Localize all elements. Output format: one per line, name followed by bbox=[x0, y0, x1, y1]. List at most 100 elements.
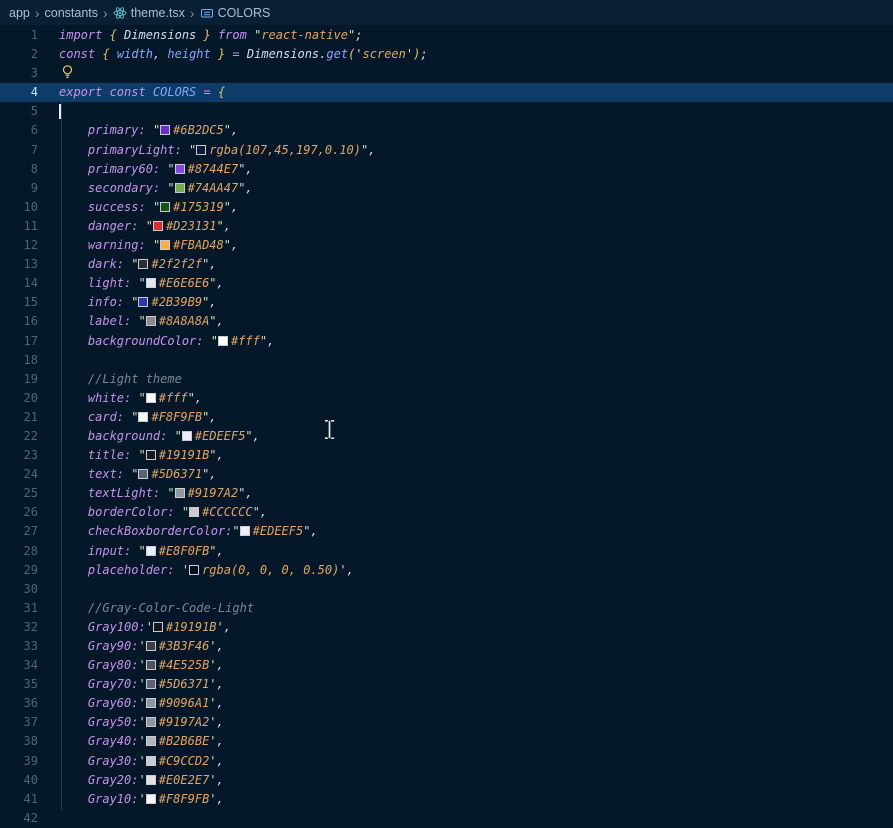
color-swatch[interactable] bbox=[175, 183, 185, 193]
line-number[interactable]: 11 bbox=[0, 217, 38, 236]
line-number[interactable]: 41 bbox=[0, 790, 38, 809]
color-swatch[interactable] bbox=[146, 717, 156, 727]
color-swatch[interactable] bbox=[160, 202, 170, 212]
line-number[interactable]: 39 bbox=[0, 752, 38, 771]
code-line-content[interactable]: info: "#2B39B9", bbox=[38, 293, 217, 312]
line-number[interactable]: 4 bbox=[0, 83, 38, 102]
line-number[interactable]: 30 bbox=[0, 580, 38, 599]
color-swatch[interactable] bbox=[218, 336, 228, 346]
color-swatch[interactable] bbox=[146, 756, 156, 766]
breadcrumb-item-colors-symbol[interactable]: COLORS bbox=[200, 6, 271, 20]
code-line-content[interactable]: Gray40:'#B2B6BE', bbox=[38, 732, 224, 751]
line-number[interactable]: 3 bbox=[0, 64, 38, 83]
code-line-content[interactable] bbox=[38, 102, 61, 121]
color-swatch[interactable] bbox=[196, 145, 206, 155]
code-line-content[interactable] bbox=[38, 809, 59, 828]
color-swatch[interactable] bbox=[146, 794, 156, 804]
line-number[interactable]: 35 bbox=[0, 675, 38, 694]
line-number[interactable]: 15 bbox=[0, 293, 38, 312]
line-number[interactable]: 27 bbox=[0, 522, 38, 541]
color-swatch[interactable] bbox=[146, 775, 156, 785]
code-line-content[interactable]: Gray50:'#9197A2', bbox=[38, 713, 224, 732]
line-number[interactable]: 9 bbox=[0, 179, 38, 198]
line-number[interactable]: 17 bbox=[0, 332, 38, 351]
line-number[interactable]: 37 bbox=[0, 713, 38, 732]
code-line-content[interactable]: input: "#E8F0FB", bbox=[38, 542, 224, 561]
code-line-content[interactable]: success: "#175319", bbox=[38, 198, 238, 217]
line-number[interactable]: 8 bbox=[0, 160, 38, 179]
line-number[interactable]: 42 bbox=[0, 809, 38, 828]
code-line-content[interactable] bbox=[38, 64, 74, 83]
line-number[interactable]: 23 bbox=[0, 446, 38, 465]
line-number[interactable]: 21 bbox=[0, 408, 38, 427]
code-line-content[interactable]: textLight: "#9197A2", bbox=[38, 484, 253, 503]
code-line-content[interactable]: primaryLight: "rgba(107,45,197,0.10)", bbox=[38, 141, 375, 160]
color-swatch[interactable] bbox=[146, 736, 156, 746]
code-line-content[interactable]: Gray70:'#5D6371', bbox=[38, 675, 224, 694]
line-number[interactable]: 19 bbox=[0, 370, 38, 389]
code-line-content[interactable]: Gray60:'#9096A1', bbox=[38, 694, 224, 713]
code-line-content[interactable]: const { width, height } = Dimensions.get… bbox=[38, 45, 428, 64]
code-line-content[interactable]: secondary: "#74AA47", bbox=[38, 179, 253, 198]
color-swatch[interactable] bbox=[146, 450, 156, 460]
color-swatch[interactable] bbox=[138, 297, 148, 307]
code-line-content[interactable]: text: "#5D6371", bbox=[38, 465, 217, 484]
code-line-content[interactable]: export const COLORS = { bbox=[38, 83, 225, 102]
color-swatch[interactable] bbox=[146, 698, 156, 708]
color-swatch[interactable] bbox=[153, 221, 163, 231]
code-line-content[interactable]: //Light theme bbox=[38, 370, 182, 389]
code-line-content[interactable]: Gray100:'#19191B', bbox=[38, 618, 231, 637]
line-number[interactable]: 16 bbox=[0, 312, 38, 331]
line-number[interactable]: 26 bbox=[0, 503, 38, 522]
line-number[interactable]: 2 bbox=[0, 45, 38, 64]
color-swatch[interactable] bbox=[189, 507, 199, 517]
line-number[interactable]: 6 bbox=[0, 121, 38, 140]
code-line-content[interactable]: placeholder: 'rgba(0, 0, 0, 0.50)', bbox=[38, 561, 354, 580]
code-line-content[interactable]: import { Dimensions } from "react-native… bbox=[38, 26, 363, 45]
color-swatch[interactable] bbox=[146, 546, 156, 556]
color-swatch[interactable] bbox=[138, 412, 148, 422]
code-line-content[interactable]: backgroundColor: "#fff", bbox=[38, 332, 274, 351]
color-swatch[interactable] bbox=[240, 526, 250, 536]
line-number[interactable]: 38 bbox=[0, 732, 38, 751]
code-line-content[interactable]: title: "#19191B", bbox=[38, 446, 224, 465]
line-number[interactable]: 7 bbox=[0, 141, 38, 160]
code-line-content[interactable]: light: "#E6E6E6", bbox=[38, 274, 224, 293]
code-line-content[interactable]: Gray90:'#3B3F46', bbox=[38, 637, 224, 656]
color-swatch[interactable] bbox=[146, 660, 156, 670]
code-line-content[interactable]: background: "#EDEEF5", bbox=[38, 427, 260, 446]
line-number[interactable]: 20 bbox=[0, 389, 38, 408]
code-line-content[interactable]: Gray80:'#4E525B', bbox=[38, 656, 224, 675]
breadcrumb-item-theme-file[interactable]: theme.tsx bbox=[113, 6, 185, 20]
code-line-content[interactable]: primary: "#6B2DC5", bbox=[38, 121, 238, 140]
code-line-content[interactable]: label: "#8A8A8A", bbox=[38, 312, 224, 331]
code-line-content[interactable]: Gray10:'#F8F9FB', bbox=[38, 790, 224, 809]
breadcrumb-item-app[interactable]: app bbox=[9, 6, 30, 20]
color-swatch[interactable] bbox=[160, 240, 170, 250]
line-number[interactable]: 13 bbox=[0, 255, 38, 274]
line-number[interactable]: 36 bbox=[0, 694, 38, 713]
color-swatch[interactable] bbox=[189, 565, 199, 575]
line-number[interactable]: 12 bbox=[0, 236, 38, 255]
color-swatch[interactable] bbox=[175, 488, 185, 498]
color-swatch[interactable] bbox=[138, 469, 148, 479]
color-swatch[interactable] bbox=[146, 641, 156, 651]
code-line-content[interactable]: danger: "#D23131", bbox=[38, 217, 231, 236]
color-swatch[interactable] bbox=[153, 622, 163, 632]
code-line-content[interactable]: primary60: "#8744E7", bbox=[38, 160, 253, 179]
code-line-content[interactable] bbox=[38, 580, 59, 599]
code-line-content[interactable] bbox=[38, 351, 59, 370]
code-line-content[interactable]: dark: "#2f2f2f", bbox=[38, 255, 217, 274]
color-swatch[interactable] bbox=[146, 679, 156, 689]
line-number[interactable]: 1 bbox=[0, 26, 38, 45]
code-line-content[interactable]: //Gray-Color-Code-Light bbox=[38, 599, 254, 618]
color-swatch[interactable] bbox=[146, 278, 156, 288]
line-number[interactable]: 10 bbox=[0, 198, 38, 217]
code-line-content[interactable]: white: "#fff", bbox=[38, 389, 202, 408]
line-number[interactable]: 22 bbox=[0, 427, 38, 446]
color-swatch[interactable] bbox=[146, 316, 156, 326]
color-swatch[interactable] bbox=[146, 393, 156, 403]
line-number[interactable]: 14 bbox=[0, 274, 38, 293]
line-number[interactable]: 29 bbox=[0, 561, 38, 580]
line-number[interactable]: 5 bbox=[0, 102, 38, 121]
